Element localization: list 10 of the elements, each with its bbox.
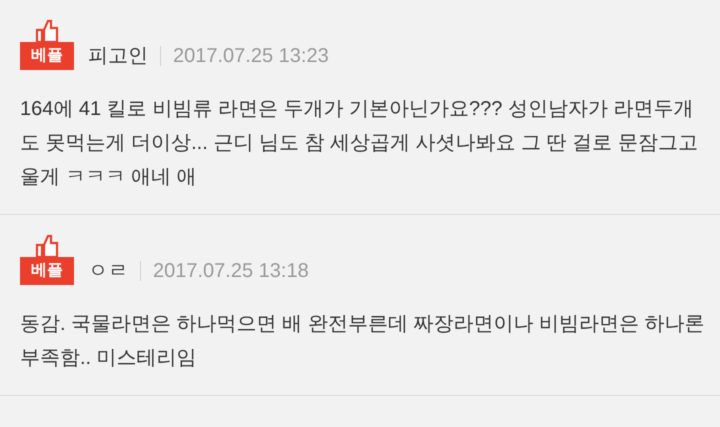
comment-text: 동감. 국물라면은 하나먹으면 배 완전부른데 짜장라면이나 비빔라면은 하나론 부족함.. 미스테리임 — [20, 312, 706, 371]
thumbs-up-icon — [35, 234, 59, 258]
comment-text: 164에 41 킬로 비빔류 라면은 두개가 기본아닌가요??? 성인남자가 라면두개도 못먹는게 더이상... 근디 님도 참 세상곱게 사셧나봐요 그 딴 걸로 문잠그고 울게 ㅋㅋㅋ 애네 애 — [20, 97, 699, 190]
comment-date: 2017.07.25 13:23 — [173, 44, 329, 69]
thumbs-up-icon — [35, 19, 59, 43]
author-name: ㅇㄹ — [88, 259, 128, 284]
best-badge: 베플 — [20, 257, 74, 285]
comment-date: 2017.07.25 13:18 — [153, 259, 309, 284]
best-badge: 베플 — [20, 42, 74, 70]
author-name: 피고인 — [88, 44, 148, 69]
